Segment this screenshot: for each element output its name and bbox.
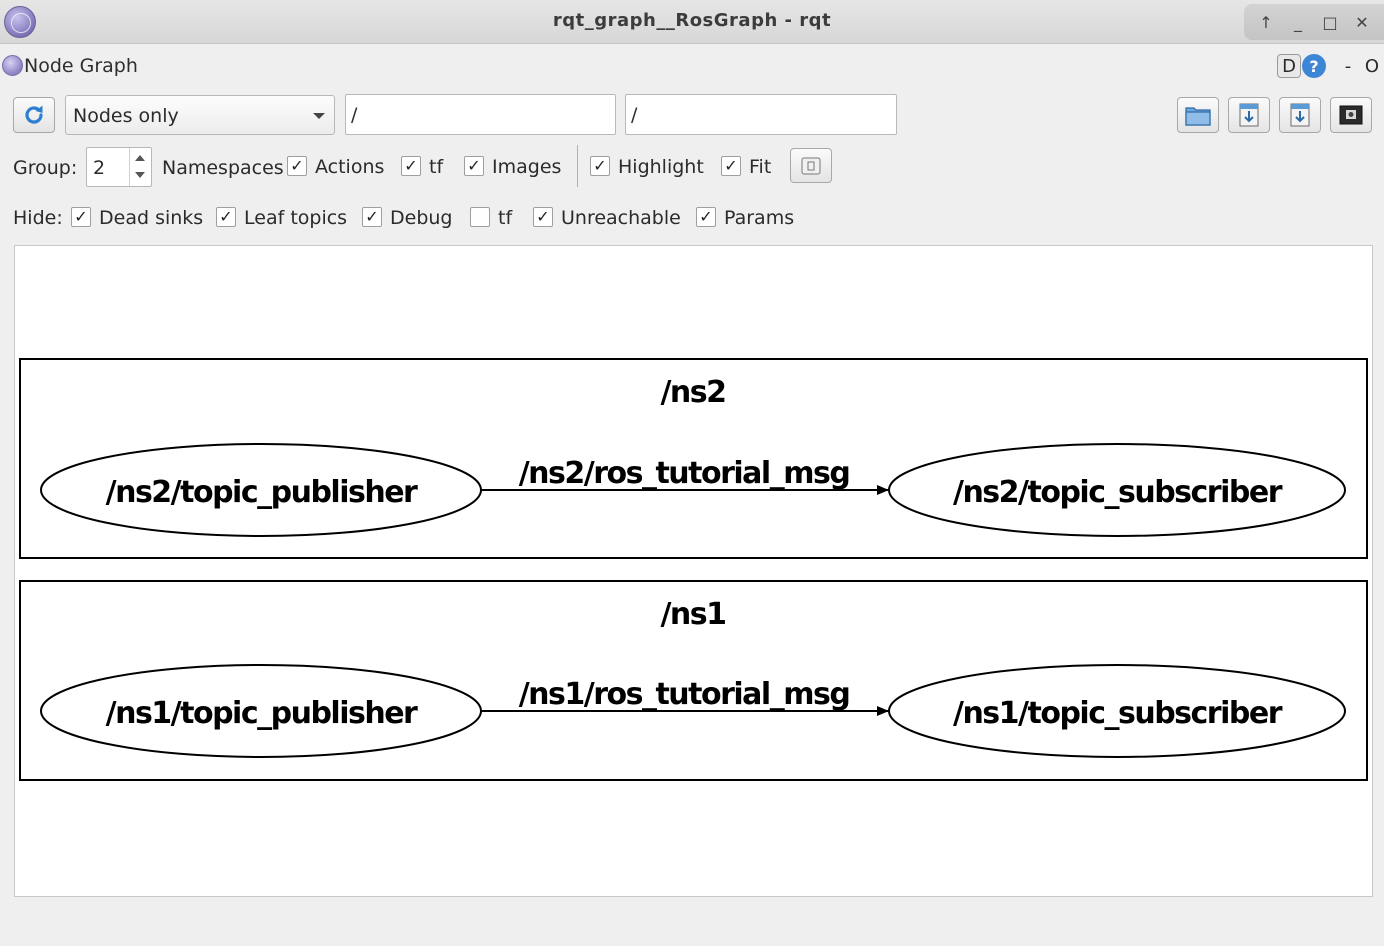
refresh-icon bbox=[25, 105, 43, 124]
close-icon[interactable]: ✕ bbox=[1351, 11, 1373, 33]
edge-label: /ns1/ros_tutorial_msg bbox=[519, 677, 850, 712]
fit-label: Fit bbox=[749, 156, 772, 178]
node-graph-icon bbox=[2, 55, 23, 76]
unreachable-label: Unreachable bbox=[561, 207, 681, 229]
unreachable-checkbox[interactable]: ✓ bbox=[533, 207, 553, 227]
group-label: Group: bbox=[13, 157, 78, 179]
highlight-checkbox[interactable]: ✓ bbox=[590, 156, 610, 176]
leaf-topics-checkbox[interactable]: ✓ bbox=[216, 207, 236, 227]
dead-sinks-checkbox[interactable]: ✓ bbox=[71, 207, 91, 227]
graph-mode-select[interactable]: Nodes only bbox=[65, 95, 335, 135]
highlight-label: Highlight bbox=[618, 156, 704, 178]
cluster-ns2: /ns2 /ns2/topic_publisher /ns2/ros_tutor… bbox=[19, 358, 1368, 559]
fit-in-view-button[interactable] bbox=[790, 148, 832, 183]
params-checkbox[interactable]: ✓ bbox=[696, 207, 716, 227]
help-button[interactable]: ? bbox=[1302, 54, 1326, 78]
refresh-button[interactable] bbox=[13, 97, 55, 133]
save-dot-icon bbox=[1239, 103, 1259, 127]
window-title: rqt_graph__RosGraph - rqt bbox=[552, 10, 832, 31]
edge-label: /ns2/ros_tutorial_msg bbox=[519, 456, 850, 491]
save-dot-button[interactable] bbox=[1228, 97, 1270, 133]
leaf-topics-label: Leaf topics bbox=[244, 207, 348, 229]
keep-above-icon[interactable]: ↑ bbox=[1255, 11, 1277, 33]
images-label: Images bbox=[492, 156, 562, 178]
topic-filter-input[interactable]: / bbox=[625, 94, 897, 135]
hide-label: Hide: bbox=[13, 207, 63, 229]
spin-buttons bbox=[129, 148, 151, 186]
params-label: Params bbox=[724, 207, 795, 229]
spin-up-icon[interactable] bbox=[135, 155, 145, 161]
graph-mode-value: Nodes only bbox=[73, 105, 179, 127]
node-label: /ns2/topic_publisher bbox=[106, 475, 418, 510]
minimize-icon[interactable]: _ bbox=[1287, 11, 1309, 33]
plugin-header: Node Graph D ? - O bbox=[0, 50, 1384, 82]
node-label: /ns1/topic_publisher bbox=[106, 696, 418, 731]
group-spinbox[interactable]: 2 bbox=[86, 147, 152, 187]
plugin-close-button[interactable]: O bbox=[1363, 54, 1381, 78]
toolbar-separator bbox=[577, 145, 578, 187]
node-label: /ns1/topic_subscriber bbox=[953, 696, 1283, 731]
load-dot-button[interactable] bbox=[1177, 97, 1219, 133]
tf-hide-label: tf bbox=[498, 207, 513, 229]
namespaces-label: Namespaces bbox=[162, 157, 284, 179]
chevron-down-icon bbox=[313, 113, 325, 119]
dock-button[interactable]: D bbox=[1277, 54, 1301, 78]
group-value: 2 bbox=[93, 157, 106, 179]
window-titlebar: rqt_graph__RosGraph - rqt ↑ _ □ ✕ bbox=[0, 0, 1384, 44]
tf-hide-checkbox[interactable] bbox=[470, 207, 490, 227]
images-checkbox[interactable]: ✓ bbox=[464, 156, 484, 176]
tf-group-checkbox[interactable]: ✓ bbox=[401, 156, 421, 176]
save-svg-button[interactable] bbox=[1279, 97, 1321, 133]
plugin-minimize-button[interactable]: - bbox=[1340, 54, 1356, 78]
namespaces-checkbox[interactable]: ✓ bbox=[287, 156, 307, 176]
plugin-title: Node Graph bbox=[24, 55, 138, 77]
cluster-label: /ns1 bbox=[660, 597, 725, 632]
actions-label: Actions bbox=[315, 156, 385, 178]
node-filter-input[interactable]: / bbox=[345, 94, 616, 135]
graph-svg: /ns2 /ns2/topic_publisher /ns2/ros_tutor… bbox=[19, 358, 1368, 781]
folder-icon bbox=[1185, 107, 1211, 126]
cluster-label: /ns2 bbox=[660, 375, 725, 410]
tf-group-label: tf bbox=[429, 156, 444, 178]
save-image-button[interactable] bbox=[1330, 97, 1372, 133]
debug-label: Debug bbox=[390, 207, 453, 229]
fit-checkbox[interactable]: ✓ bbox=[721, 156, 741, 176]
save-svg-icon bbox=[1290, 103, 1310, 127]
dead-sinks-label: Dead sinks bbox=[99, 207, 204, 229]
debug-checkbox[interactable]: ✓ bbox=[362, 207, 382, 227]
spin-down-icon[interactable] bbox=[135, 172, 145, 178]
fit-view-icon bbox=[801, 157, 821, 174]
window-controls: ↑ _ □ ✕ bbox=[1244, 4, 1384, 40]
cluster-ns1: /ns1 /ns1/topic_publisher /ns1/ros_tutor… bbox=[19, 580, 1368, 781]
node-label: /ns2/topic_subscriber bbox=[953, 475, 1283, 510]
maximize-icon[interactable]: □ bbox=[1319, 11, 1341, 33]
graph-canvas[interactable]: /ns2 /ns2/topic_publisher /ns2/ros_tutor… bbox=[14, 245, 1373, 897]
image-icon bbox=[1339, 105, 1363, 125]
